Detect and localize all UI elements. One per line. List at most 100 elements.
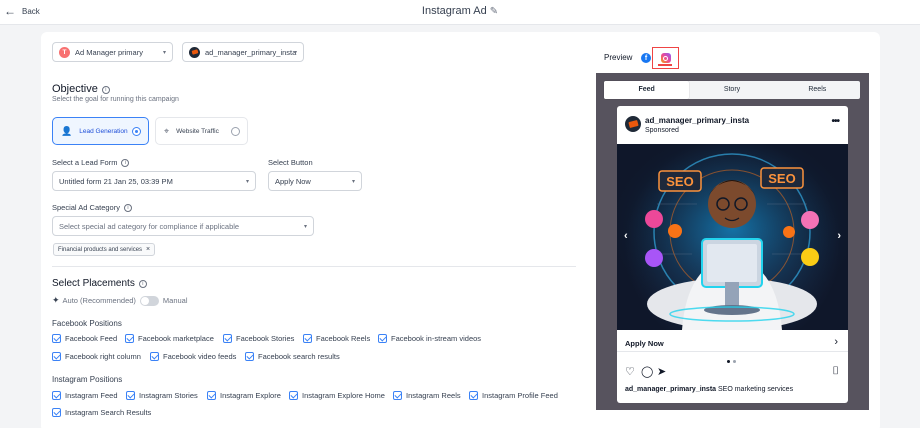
tab-reels[interactable]: Reels (775, 81, 860, 99)
cursor-click-icon: ⌖ (164, 125, 170, 136)
chevron-down-icon: ▾ (293, 50, 297, 56)
instagram-account-value: ad_manager_primary_insta (205, 47, 297, 57)
instagram-preview-button[interactable] (652, 47, 679, 69)
chevron-down-icon: ▾ (162, 50, 166, 56)
lead-form-value: Untitled form 21 Jan 25, 03:39 PM (59, 176, 173, 186)
chevron-down-icon: ▾ (351, 179, 355, 185)
checkbox-checked (125, 334, 134, 343)
checkbox-checked (469, 391, 478, 400)
post-cta-row[interactable]: Apply Now › (617, 334, 848, 352)
chip-label: Financial products and services (58, 246, 143, 253)
tab-feed[interactable]: Feed (604, 81, 690, 99)
post-caption: ad_manager_primary_insta SEO marketing s… (625, 386, 793, 393)
post-image: SEO SEO (617, 144, 848, 330)
like-heart-icon[interactable]: ♡ (625, 365, 635, 378)
checkbox-checked (207, 391, 216, 400)
checkbox-checked (52, 334, 61, 343)
preview-label: Preview (604, 53, 633, 62)
checkbox-instagram-profile-feed[interactable]: Instagram Profile Feed (469, 391, 558, 400)
checkbox-facebook-stories[interactable]: Facebook Stories (223, 334, 294, 343)
remove-chip-icon[interactable]: × (146, 246, 150, 253)
checkbox-checked (52, 408, 61, 417)
info-icon[interactable]: i (101, 86, 110, 94)
objective-lead-generation[interactable]: 👤 Lead Generation (52, 117, 149, 145)
checkbox-instagram-search-results[interactable]: Instagram Search Results (52, 408, 151, 417)
seo-illustration: SEO SEO (617, 144, 848, 330)
special-ad-chip: Financial products and services × (53, 243, 156, 256)
caption-username: ad_manager_primary_insta (625, 386, 717, 393)
checkbox-checked (126, 391, 135, 400)
instagram-post-preview: ad_manager_primary_insta Sponsored ••• S… (617, 106, 848, 403)
checkbox-checked (378, 334, 387, 343)
carousel-prev-icon[interactable]: ‹ (624, 230, 628, 242)
checkbox-facebook-marketplace[interactable]: Facebook marketplace (125, 334, 214, 343)
seo-neon-sign-right: SEO (768, 171, 795, 186)
share-send-icon[interactable]: ➤ (657, 365, 666, 378)
ad-account-value: Ad Manager primary (75, 47, 143, 57)
checkbox-instagram-stories[interactable]: Instagram Stories (126, 391, 198, 400)
comment-icon[interactable]: ◯ (641, 365, 653, 378)
facebook-icon[interactable]: f (641, 53, 651, 63)
lead-form-label: Select a Lead Form i (52, 158, 130, 167)
chevron-right-icon: › (834, 336, 838, 348)
auto-label: Auto (Recommended) (62, 296, 136, 305)
instagram-account-avatar (189, 46, 200, 58)
instagram-icon (660, 53, 671, 63)
active-platform-indicator (658, 64, 672, 66)
objective-subtitle: Select the goal for running this campaig… (52, 96, 179, 103)
objective-option-label: Website Traffic (176, 127, 219, 135)
post-cta-label: Apply Now (625, 339, 664, 348)
info-icon[interactable]: i (138, 280, 147, 288)
post-avatar (625, 116, 641, 132)
checkbox-instagram-feed[interactable]: Instagram Feed (52, 391, 118, 400)
checkbox-checked (52, 391, 61, 400)
checkbox-facebook-right-column[interactable]: Facebook right column (52, 352, 141, 361)
checkbox-facebook-instream[interactable]: Facebook in-stream videos (378, 334, 481, 343)
placement-mode: ✦ Auto (Recommended) Manual (52, 295, 188, 306)
page-title-text: Instagram Ad (421, 5, 487, 17)
page-title: Instagram Ad ✎ (0, 5, 920, 17)
caption-text: SEO marketing services (718, 386, 794, 393)
ad-account-avatar: T (59, 46, 70, 58)
checkbox-checked (223, 334, 232, 343)
user-icon: 👤 (61, 125, 73, 136)
checkbox-facebook-video-feeds[interactable]: Facebook video feeds (150, 352, 236, 361)
bookmark-icon[interactable]: ⌷ (832, 365, 839, 378)
checkbox-instagram-reels[interactable]: Instagram Reels (393, 391, 461, 400)
preview-tabs: Feed Story Reels (604, 81, 860, 99)
instagram-account-select[interactable]: ad_manager_primary_insta ▾ (182, 42, 304, 62)
radio-unselected (231, 127, 240, 136)
lead-form-select[interactable]: Untitled form 21 Jan 25, 03:39 PM ▾ (52, 171, 256, 191)
cta-button-select[interactable]: Apply Now ▾ (268, 171, 362, 191)
top-bar: ← Back Instagram Ad ✎ (0, 0, 920, 25)
ad-account-select[interactable]: T Ad Manager primary ▾ (52, 42, 173, 62)
seo-neon-sign-left: SEO (666, 174, 693, 189)
section-divider (52, 266, 576, 267)
info-icon[interactable]: i (123, 204, 132, 212)
checkbox-checked (150, 352, 159, 361)
checkbox-instagram-explore[interactable]: Instagram Explore (207, 391, 281, 400)
checkbox-facebook-reels[interactable]: Facebook Reels (303, 334, 370, 343)
checkbox-facebook-feed[interactable]: Facebook Feed (52, 334, 117, 343)
info-icon[interactable]: i (121, 159, 130, 167)
chevron-down-icon: ▾ (303, 224, 307, 230)
tab-story[interactable]: Story (689, 81, 774, 99)
checkbox-facebook-search-results[interactable]: Facebook search results (245, 352, 340, 361)
checkbox-instagram-explore-home[interactable]: Instagram Explore Home (289, 391, 385, 400)
chevron-down-icon: ▾ (245, 179, 249, 185)
placement-toggle[interactable] (139, 295, 159, 306)
checkbox-checked (52, 352, 61, 361)
facebook-positions-heading: Facebook Positions (52, 319, 122, 328)
objective-option-label: Lead Generation (79, 127, 128, 135)
special-ad-select[interactable]: Select special ad category for complianc… (52, 216, 314, 236)
post-sponsored-label: Sponsored (645, 127, 679, 134)
instagram-positions-heading: Instagram Positions (52, 375, 123, 384)
manual-label: Manual (162, 296, 188, 305)
objective-heading: Objective i (52, 83, 110, 95)
objective-website-traffic[interactable]: ⌖ Website Traffic (155, 117, 248, 145)
checkbox-checked (245, 352, 254, 361)
more-options-icon[interactable]: ••• (831, 116, 839, 127)
placements-heading: Select Placements i (52, 278, 147, 289)
edit-pencil-icon[interactable]: ✎ (490, 6, 498, 17)
carousel-next-icon[interactable]: › (837, 230, 841, 242)
